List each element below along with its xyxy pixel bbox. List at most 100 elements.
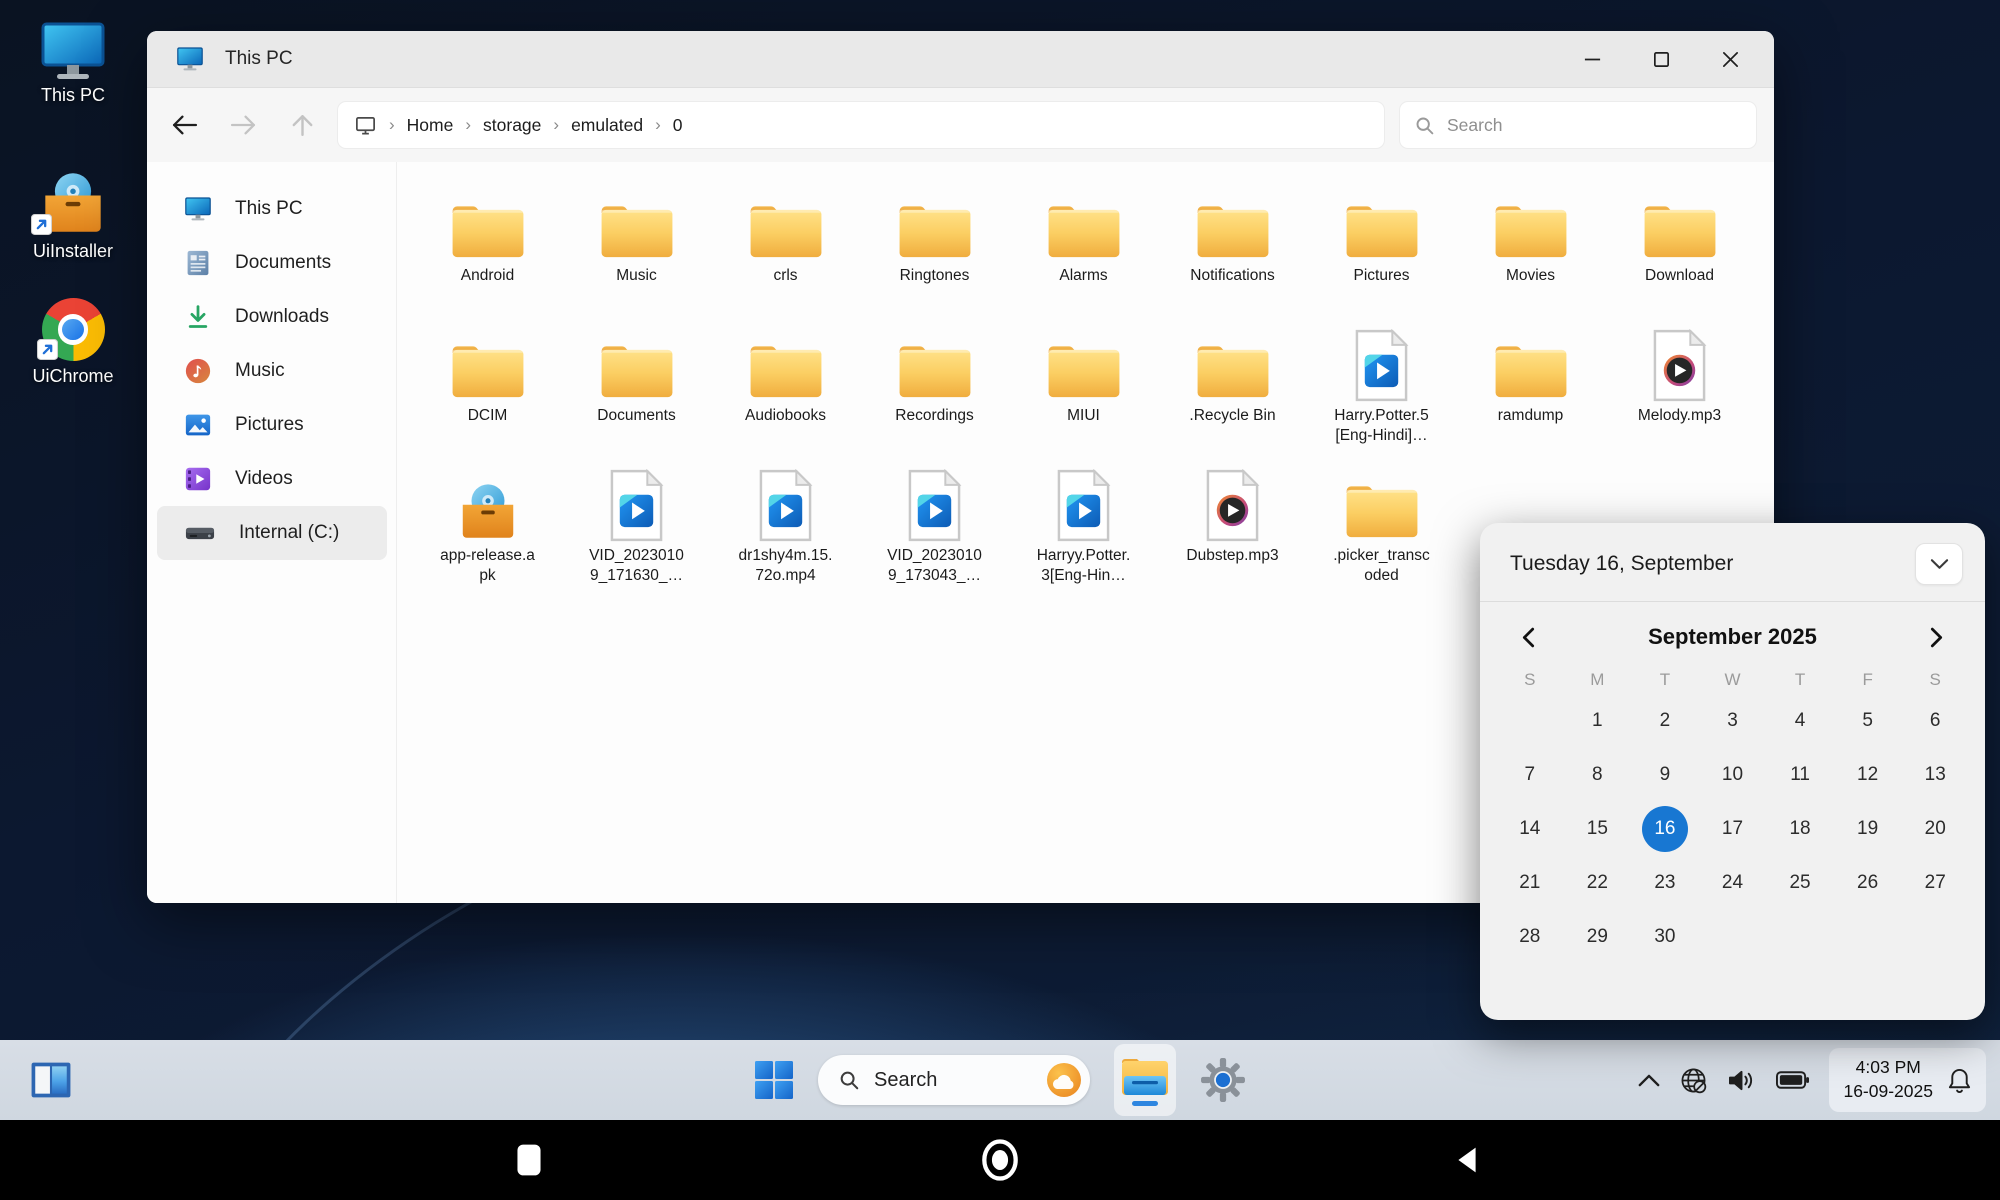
weather-icon[interactable] xyxy=(1046,1062,1082,1098)
calendar-day[interactable]: 22 xyxy=(1574,860,1620,906)
file-item[interactable]: Movies xyxy=(1456,182,1605,322)
corner-widget-button[interactable] xyxy=(30,1061,72,1099)
calendar-day[interactable]: 7 xyxy=(1507,752,1553,798)
calendar-day[interactable]: 3 xyxy=(1709,698,1755,744)
calendar-week: 28 29 30 xyxy=(1496,914,1969,960)
calendar-day[interactable]: 8 xyxy=(1574,752,1620,798)
breadcrumb-link[interactable]: storage xyxy=(483,115,541,136)
file-explorer-taskbar-button[interactable] xyxy=(1114,1044,1176,1116)
file-item[interactable]: Notifications xyxy=(1158,182,1307,322)
calendar-day[interactable]: 11 xyxy=(1777,752,1823,798)
calendar-day[interactable]: 19 xyxy=(1845,806,1891,852)
calendar-day[interactable]: 23 xyxy=(1642,860,1688,906)
breadcrumb-link[interactable]: 0 xyxy=(673,115,683,136)
calendar-day[interactable]: 21 xyxy=(1507,860,1553,906)
file-item[interactable]: Android xyxy=(413,182,562,322)
network-status-icon[interactable] xyxy=(1680,1067,1707,1094)
breadcrumb-link[interactable]: Home xyxy=(407,115,454,136)
home-button[interactable] xyxy=(981,1138,1019,1182)
calendar-day[interactable]: 12 xyxy=(1845,752,1891,798)
sidebar-item-internal[interactable]: Internal (C:) xyxy=(157,506,387,560)
calendar-day[interactable]: 30 xyxy=(1642,914,1688,960)
file-item[interactable]: Dubstep.mp3 xyxy=(1158,462,1307,602)
file-item[interactable]: Harry.Potter.5[Eng-Hindi]… xyxy=(1307,322,1456,462)
settings-taskbar-button[interactable] xyxy=(1200,1057,1246,1103)
sidebar-item-documents[interactable]: Documents xyxy=(157,236,387,290)
calendar-day[interactable]: 9 xyxy=(1642,752,1688,798)
minimize-button[interactable] xyxy=(1583,50,1602,69)
calendar-day[interactable]: 1 xyxy=(1574,698,1620,744)
calendar-day[interactable]: 17 xyxy=(1709,806,1755,852)
volume-button[interactable] xyxy=(1727,1068,1756,1093)
file-item[interactable]: MIUI xyxy=(1009,322,1158,462)
forward-button[interactable] xyxy=(230,113,257,137)
shortcut-badge-icon xyxy=(37,339,58,360)
next-month-button[interactable] xyxy=(1930,627,1943,648)
start-button[interactable] xyxy=(754,1060,794,1100)
calendar-day[interactable]: 2 xyxy=(1642,698,1688,744)
calendar-day[interactable]: 5 xyxy=(1845,698,1891,744)
file-item[interactable]: Alarms xyxy=(1009,182,1158,322)
back-button[interactable] xyxy=(1457,1147,1478,1174)
file-item[interactable]: Ringtones xyxy=(860,182,1009,322)
explorer-search-input[interactable]: Search xyxy=(1400,102,1756,148)
desktop-icon-this-pc[interactable]: This PC xyxy=(40,22,106,106)
calendar-week: 789 10 11 12 13 xyxy=(1496,752,1969,798)
calendar-day[interactable]: 28 xyxy=(1507,914,1553,960)
file-item[interactable]: Melody.mp3 xyxy=(1605,322,1754,462)
back-button[interactable] xyxy=(171,113,198,137)
titlebar[interactable]: This PC xyxy=(147,31,1774,87)
breadcrumb-link[interactable]: emulated xyxy=(571,115,643,136)
file-item[interactable]: Download xyxy=(1605,182,1754,322)
breadcrumb[interactable]: › Home › storage › emulated › 0 xyxy=(338,102,1384,148)
tray-expand-button[interactable] xyxy=(1638,1074,1660,1087)
desktop-icon-uiinstaller[interactable]: UiInstaller xyxy=(33,170,113,262)
up-arrow-icon xyxy=(289,113,316,137)
taskbar-search-input[interactable]: Search xyxy=(818,1055,1090,1105)
maximize-button[interactable] xyxy=(1652,50,1671,69)
calendar-day[interactable]: 25 xyxy=(1777,860,1823,906)
clock-flyout-button[interactable]: 4:03 PM 16-09-2025 xyxy=(1829,1048,1986,1112)
calendar-day[interactable]: 10 xyxy=(1709,752,1755,798)
file-item[interactable]: Documents xyxy=(562,322,711,462)
battery-status-icon[interactable] xyxy=(1776,1071,1809,1089)
file-item[interactable]: ramdump xyxy=(1456,322,1605,462)
calendar-collapse-button[interactable] xyxy=(1915,543,1963,585)
calendar-day[interactable]: 16 xyxy=(1642,806,1688,852)
sidebar-item-downloads[interactable]: Downloads xyxy=(157,290,387,344)
file-item[interactable]: dr1shy4m.15.72o.mp4 xyxy=(711,462,860,602)
file-item[interactable]: Music xyxy=(562,182,711,322)
close-button[interactable] xyxy=(1721,50,1740,69)
calendar-day[interactable]: 26 xyxy=(1845,860,1891,906)
calendar-day[interactable]: 6 xyxy=(1912,698,1958,744)
sidebar-item-pictures[interactable]: Pictures xyxy=(157,398,387,452)
calendar-day[interactable]: 20 xyxy=(1912,806,1958,852)
file-item[interactable]: VID_20230109_173043_… xyxy=(860,462,1009,602)
file-item[interactable]: DCIM xyxy=(413,322,562,462)
file-item[interactable]: app-release.apk xyxy=(413,462,562,602)
file-item[interactable]: .picker_transcoded xyxy=(1307,462,1456,602)
sidebar-item-this-pc[interactable]: This PC xyxy=(157,182,387,236)
file-item[interactable]: Recordings xyxy=(860,322,1009,462)
folder-icon xyxy=(1343,481,1421,542)
file-item[interactable]: VID_20230109_171630_… xyxy=(562,462,711,602)
calendar-day[interactable]: 18 xyxy=(1777,806,1823,852)
calendar-day[interactable]: 29 xyxy=(1574,914,1620,960)
file-item[interactable]: .Recycle Bin xyxy=(1158,322,1307,462)
calendar-day[interactable]: 13 xyxy=(1912,752,1958,798)
calendar-day[interactable]: 4 xyxy=(1777,698,1823,744)
calendar-day[interactable]: 24 xyxy=(1709,860,1755,906)
recents-button[interactable] xyxy=(517,1144,542,1177)
previous-month-button[interactable] xyxy=(1522,627,1535,648)
file-item[interactable]: Pictures xyxy=(1307,182,1456,322)
file-item[interactable]: Harryy.Potter.3[Eng-Hin… xyxy=(1009,462,1158,602)
calendar-day[interactable]: 14 xyxy=(1507,806,1553,852)
desktop-icon-uichrome[interactable]: UiChrome xyxy=(32,298,113,387)
calendar-day[interactable]: 15 xyxy=(1574,806,1620,852)
file-item[interactable]: crls xyxy=(711,182,860,322)
sidebar-item-videos[interactable]: Videos xyxy=(157,452,387,506)
calendar-day[interactable]: 27 xyxy=(1912,860,1958,906)
sidebar-item-music[interactable]: Music xyxy=(157,344,387,398)
file-item[interactable]: Audiobooks xyxy=(711,322,860,462)
up-button[interactable] xyxy=(289,113,316,137)
